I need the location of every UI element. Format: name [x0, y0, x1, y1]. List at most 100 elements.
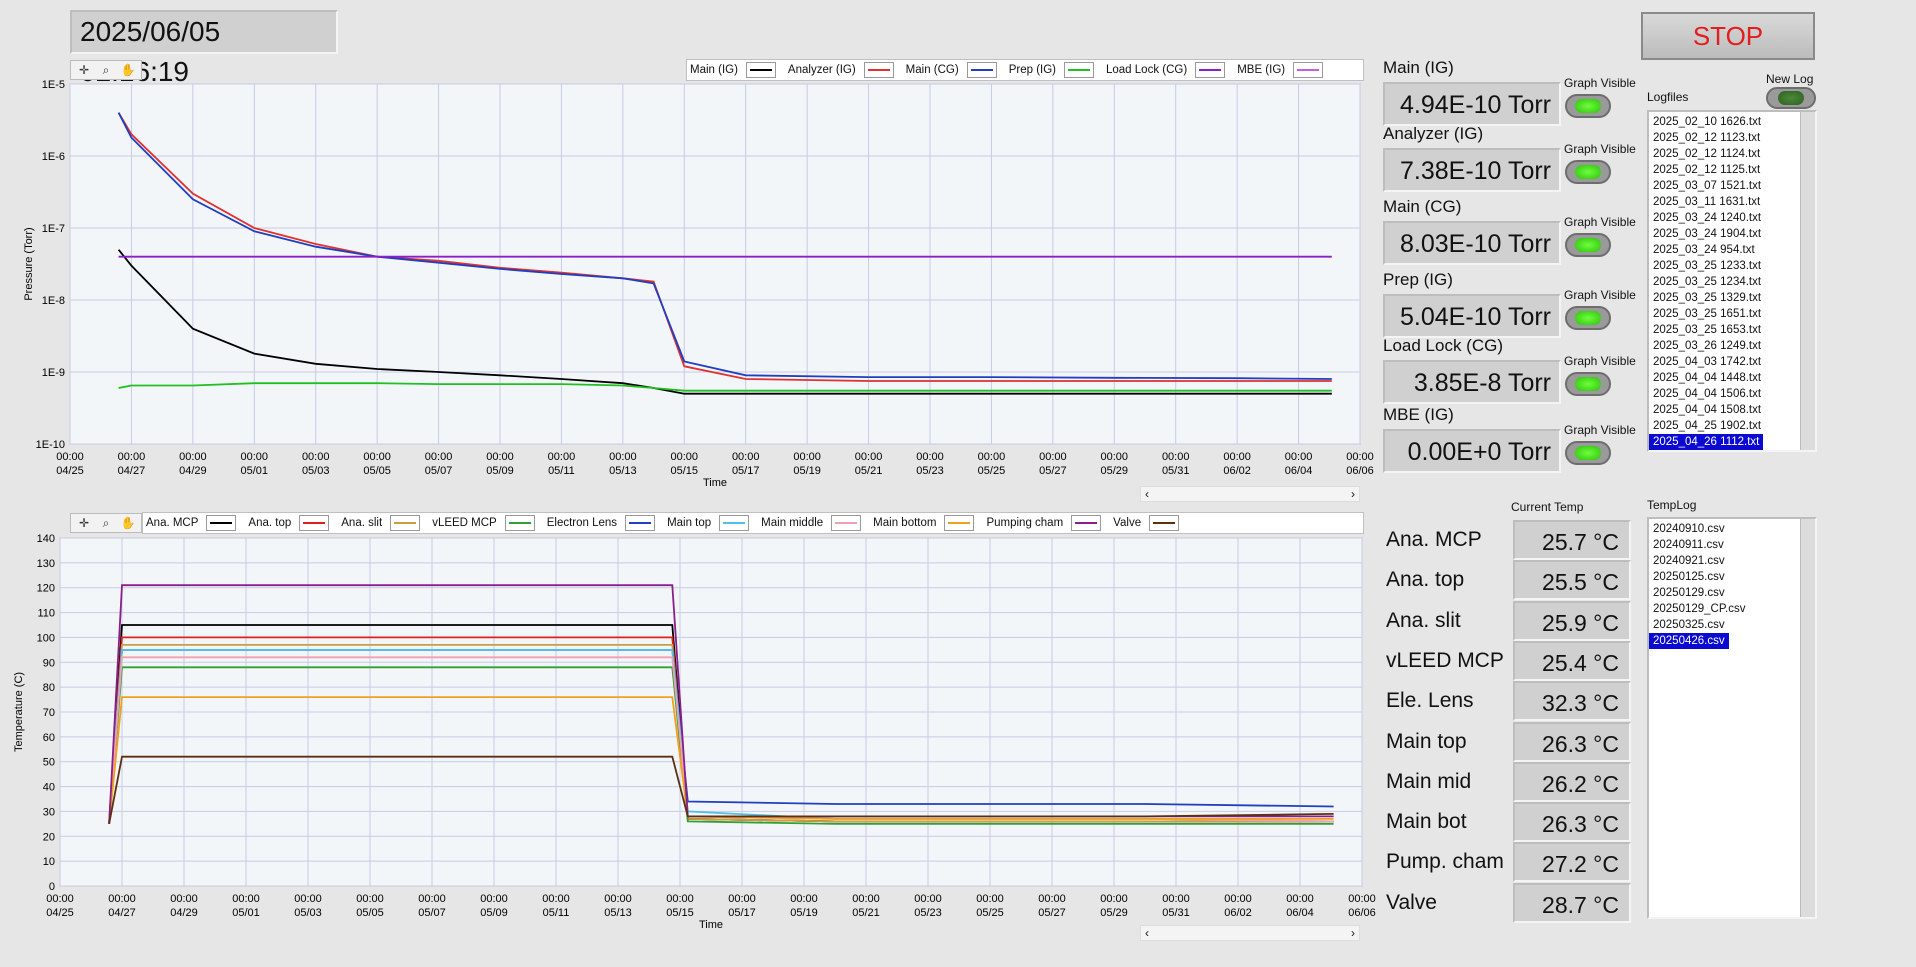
stop-button[interactable]: STOP	[1641, 12, 1815, 60]
list-item[interactable]: 20250129_CP.csv	[1649, 601, 1815, 617]
temp-value: 28.7 °C	[1513, 882, 1631, 923]
temp-value: 32.3 °C	[1513, 681, 1631, 722]
legend-item[interactable]: Ana. MCP	[143, 515, 245, 531]
legend-item[interactable]: Electron Lens	[544, 515, 664, 531]
graph-visible-toggle[interactable]	[1565, 94, 1611, 118]
temp-hscroll[interactable]: ‹ ›	[1140, 925, 1360, 941]
legend-item[interactable]: Main top	[664, 515, 758, 531]
x-tick-label: 06/06	[1348, 907, 1376, 919]
list-item[interactable]: 2025_04_04 1448.txt	[1649, 370, 1815, 386]
x-tick-label: 06/04	[1286, 907, 1314, 919]
scroll-left-icon[interactable]: ‹	[1145, 926, 1149, 940]
pressure-hscroll[interactable]: ‹ ›	[1140, 486, 1360, 502]
pan-hand-icon[interactable]: ✋	[119, 62, 137, 78]
list-item[interactable]: 2025_03_25 1233.txt	[1649, 258, 1815, 274]
x-tick-label: 00:00	[170, 893, 198, 905]
logfiles-list[interactable]: 2025_02_10 1626.txt 2025_02_12 1123.txt 20…	[1647, 110, 1817, 452]
list-item[interactable]: 2025_03_25 1234.txt	[1649, 274, 1815, 290]
legend-item[interactable]: Prep (IG)	[1006, 62, 1103, 78]
x-tick-label: 05/19	[793, 465, 821, 477]
list-item[interactable]: 2025_03_24 954.txt	[1649, 242, 1815, 258]
list-item[interactable]: 2025_02_12 1123.txt	[1649, 130, 1815, 146]
graph-visible-toggle[interactable]	[1565, 233, 1611, 257]
graph-visible-toggle[interactable]	[1565, 441, 1611, 465]
list-item[interactable]: 2025_03_25 1329.txt	[1649, 290, 1815, 306]
y-tick-label: 100	[37, 632, 55, 644]
scroll-right-icon[interactable]: ›	[1351, 487, 1355, 501]
current-temp-title: Current Temp	[1511, 500, 1584, 514]
scroll-left-icon[interactable]: ‹	[1145, 487, 1149, 501]
legend-item[interactable]: Main bottom	[870, 515, 983, 531]
legend-item[interactable]: Load Lock (CG)	[1103, 62, 1234, 78]
legend-item[interactable]: Analyzer (IG)	[785, 62, 903, 78]
gauge-value: 7.38E-10 Torr	[1383, 148, 1561, 192]
list-item[interactable]: 2025_03_26 1249.txt	[1649, 338, 1815, 354]
graph-visible-toggle[interactable]	[1565, 306, 1611, 330]
x-tick-label: 00:00	[1348, 893, 1376, 905]
graph-visible-toggle[interactable]	[1565, 372, 1611, 396]
legend-swatch	[719, 515, 750, 531]
list-item[interactable]: 2025_04_04 1506.txt	[1649, 386, 1815, 402]
y-tick-label: 130	[37, 558, 55, 570]
legend-swatch	[966, 62, 997, 78]
legend-item[interactable]: MBE (IG)	[1234, 62, 1332, 78]
new-log-button[interactable]	[1766, 87, 1816, 109]
list-item[interactable]: 2025_03_07 1521.txt	[1649, 178, 1815, 194]
list-item[interactable]: 2025_04_25 1902.txt	[1649, 418, 1815, 434]
list-item[interactable]: 2025_03_24 1240.txt	[1649, 210, 1815, 226]
legend-item[interactable]: Main (IG)	[687, 62, 785, 78]
x-tick-label: 00:00	[1223, 451, 1251, 463]
legend-item[interactable]: Main (CG)	[903, 62, 1006, 78]
list-item[interactable]: 20240921.csv	[1649, 553, 1815, 569]
zoom-icon[interactable]: ⌕	[97, 62, 115, 78]
legend-label: Pumping cham	[986, 517, 1064, 529]
list-item[interactable]: 2025_04_26 1112.txt	[1649, 434, 1815, 450]
templog-list[interactable]: 20240910.csv 20240911.csv 20240921.csv 2025…	[1647, 517, 1817, 919]
list-item[interactable]: 2025_04_04 1508.txt	[1649, 402, 1815, 418]
crosshair-icon[interactable]: ✛	[75, 515, 93, 531]
x-tick-label: 00:00	[425, 451, 453, 463]
list-item[interactable]: 2025_04_03 1742.txt	[1649, 354, 1815, 370]
x-tick-label: 05/19	[790, 907, 818, 919]
legend-item[interactable]: vLEED MCP	[429, 515, 544, 531]
gauge-value: 4.94E-10 Torr	[1383, 82, 1561, 126]
x-tick-label: 05/09	[486, 465, 514, 477]
list-item[interactable]: 2025_02_12 1125.txt	[1649, 162, 1815, 178]
list-item[interactable]: 20250325.csv	[1649, 617, 1815, 633]
x-tick-label: 05/31	[1162, 907, 1190, 919]
list-item[interactable]: 20240910.csv	[1649, 521, 1815, 537]
list-item[interactable]: 2025_03_24 1904.txt	[1649, 226, 1815, 242]
list-item[interactable]: 20250125.csv	[1649, 569, 1815, 585]
list-item[interactable]: 2025_03_11 1631.txt	[1649, 194, 1815, 210]
x-tick-label: 05/31	[1162, 465, 1190, 477]
graph-visible-toggle[interactable]	[1565, 160, 1611, 184]
x-tick-label: 00:00	[1285, 451, 1313, 463]
list-item[interactable]: 2025_02_10 1626.txt	[1649, 114, 1815, 130]
y-tick-label: 110	[37, 608, 55, 620]
list-item[interactable]: 20250129.csv	[1649, 585, 1815, 601]
pan-hand-icon[interactable]: ✋	[119, 515, 137, 531]
list-item[interactable]: 20240911.csv	[1649, 537, 1815, 553]
x-tick-label: 00:00	[56, 451, 84, 463]
list-item[interactable]: 2025_03_25 1651.txt	[1649, 306, 1815, 322]
x-tick-label: 00:00	[1286, 893, 1314, 905]
zoom-icon[interactable]: ⌕	[97, 515, 115, 531]
x-tick-label: 00:00	[609, 451, 637, 463]
temp-label: Ele. Lens	[1386, 689, 1474, 713]
list-item[interactable]: 2025_02_12 1124.txt	[1649, 146, 1815, 162]
x-tick-label: 00:00	[418, 893, 446, 905]
crosshair-icon[interactable]: ✛	[75, 62, 93, 78]
logfiles-scrollbar[interactable]	[1800, 112, 1815, 450]
list-item[interactable]: 2025_03_25 1653.txt	[1649, 322, 1815, 338]
legend-item[interactable]: Ana. slit	[338, 515, 429, 531]
legend-item[interactable]: Pumping cham	[983, 515, 1110, 531]
list-item-label: 2025_04_04 1448.txt	[1653, 372, 1762, 384]
legend-item[interactable]: Ana. top	[245, 515, 338, 531]
legend-item[interactable]: Main middle	[758, 515, 870, 531]
list-item[interactable]: 20250426.csv	[1649, 633, 1815, 649]
legend-swatch	[504, 515, 535, 531]
legend-item[interactable]: Valve	[1110, 515, 1188, 531]
list-item-label: 2025_02_12 1123.txt	[1653, 132, 1761, 144]
scroll-right-icon[interactable]: ›	[1351, 926, 1355, 940]
templog-scrollbar[interactable]	[1800, 519, 1815, 917]
